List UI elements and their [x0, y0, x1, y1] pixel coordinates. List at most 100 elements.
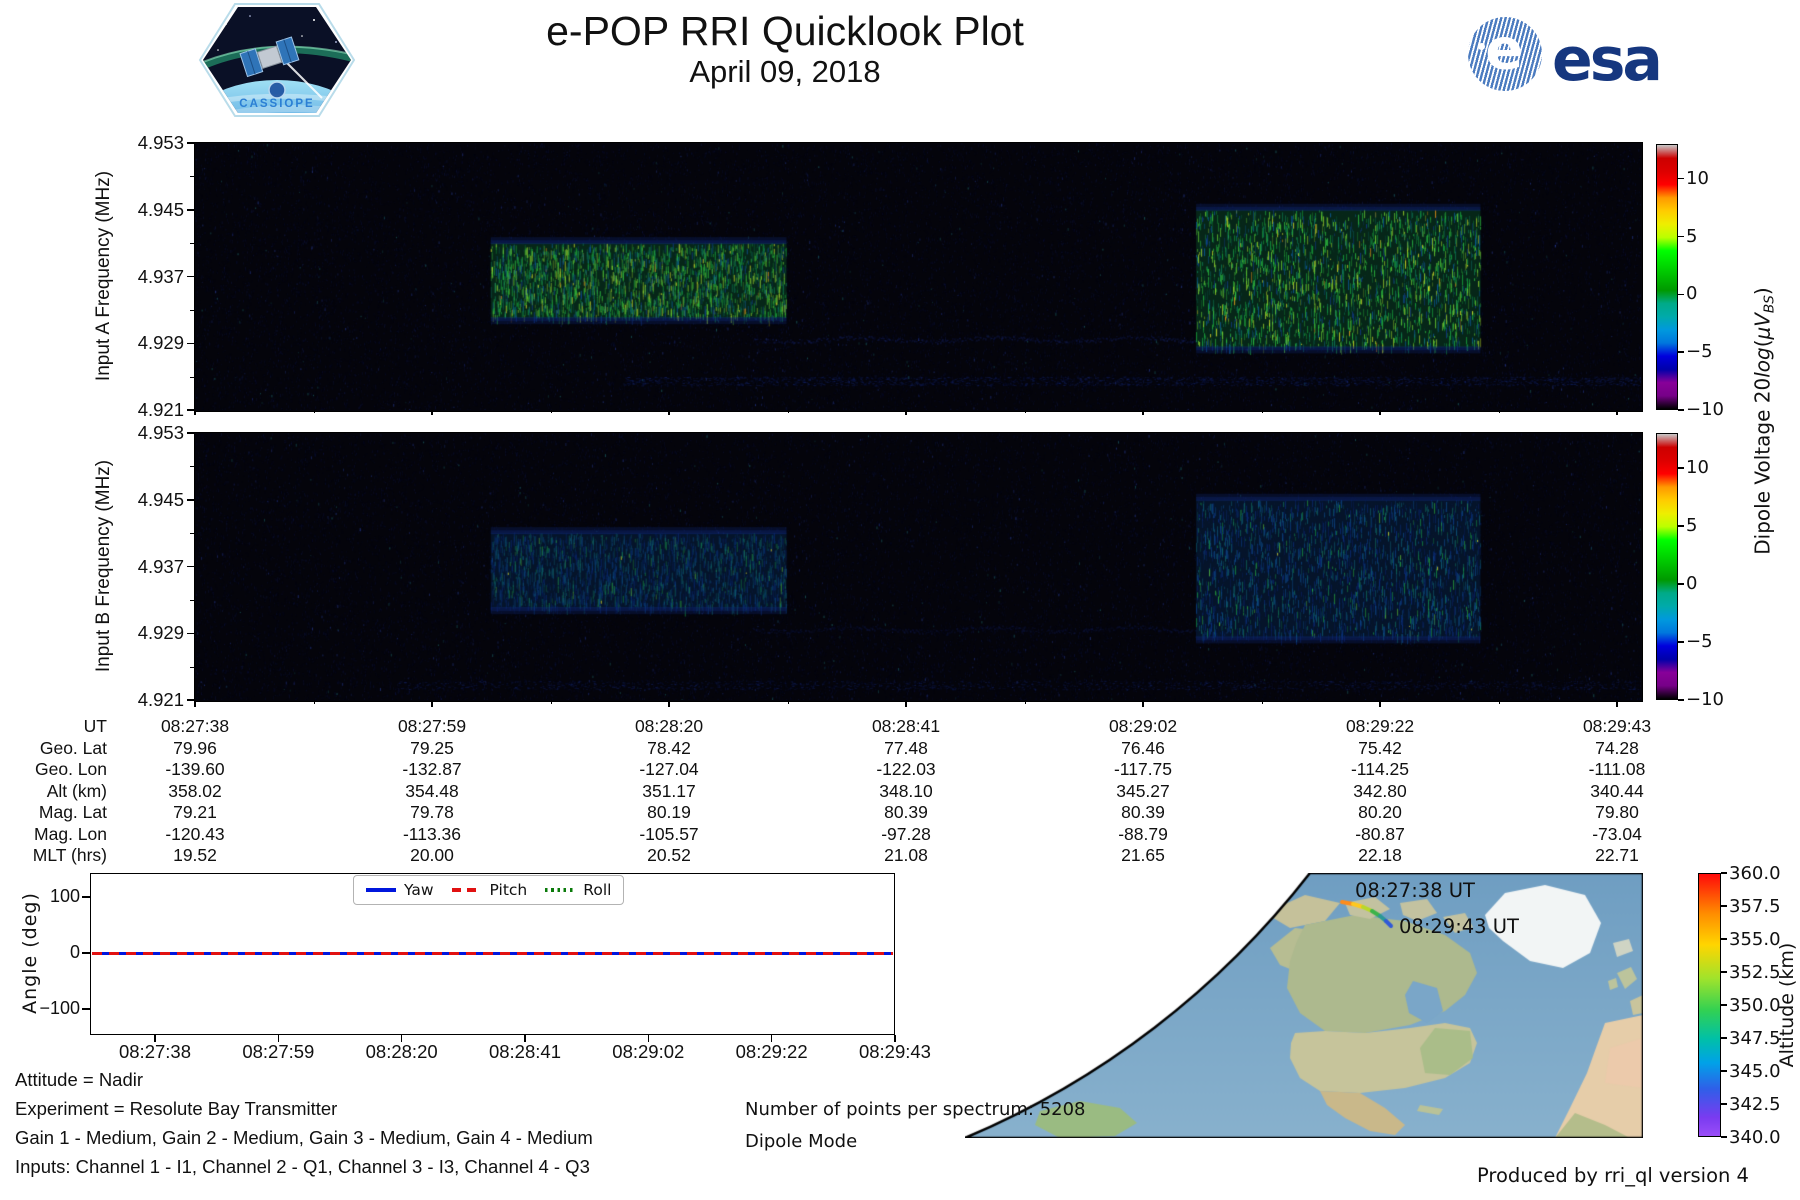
altitude-cbar-tick-label: 360.0	[1729, 863, 1781, 884]
legend-label: Roll	[583, 881, 612, 899]
ephemeris-cell: 08:29:43	[1582, 716, 1652, 736]
time-tick-mark	[1616, 700, 1618, 707]
attitude-legend: Yaw Pitch Roll	[353, 875, 625, 905]
ephemeris-cell: -139.60	[165, 759, 225, 780]
ephemeris-cell: 74.28	[1595, 737, 1639, 758]
angle-time-tick-label: 08:29:22	[735, 1041, 808, 1062]
ephemeris-cell: 76.46	[1121, 737, 1165, 758]
dipole-cbar-tick-label: −5	[1686, 630, 1713, 652]
dipole-colorbar-label: Dipole Voltage 20log(μVBS)	[1750, 287, 1777, 554]
freq-tick-label: 4.953	[137, 132, 184, 153]
solid-line-swatch	[366, 888, 396, 892]
altitude-cbar-tick-label: 340.0	[1729, 1127, 1781, 1148]
ephemeris-cell: 342.80	[1353, 780, 1407, 801]
cbar-label-close: )	[1750, 287, 1775, 296]
produced-by-note: Produced by rri_ql version 4	[1477, 1164, 1749, 1187]
altitude-cbar-tick-label: 350.0	[1729, 995, 1781, 1016]
dipole-cbar-tick-label: 0	[1686, 283, 1698, 305]
track-start-label: 08:27:38 UT	[1355, 879, 1475, 902]
ephemeris-cell: -111.08	[1588, 759, 1646, 780]
ephemeris-cell: 77.48	[884, 737, 928, 758]
ephemeris-cell: 21.65	[1121, 845, 1165, 866]
angle-tick-mark	[82, 952, 90, 954]
freq-tick-mark	[187, 342, 195, 344]
altitude-cbar-tick-label: 352.5	[1729, 962, 1781, 983]
dipole-cbar-tick-label: −10	[1686, 689, 1724, 710]
dipole-cbar-tick-mark	[1678, 699, 1684, 701]
ephemeris-cell: 80.39	[1121, 802, 1165, 823]
time-tick-mark	[194, 410, 196, 415]
ephemeris-column: 08:28:41 77.48 -122.03 348.10 80.39 -97.28 21.…	[821, 716, 991, 867]
ephemeris-cell: -105.57	[639, 823, 699, 844]
ephemeris-row-label: UT	[83, 716, 107, 736]
ephemeris-cell: 351.17	[642, 780, 696, 801]
freq-tick-label: 4.921	[137, 399, 184, 420]
ephemeris-cell: 22.18	[1358, 845, 1402, 866]
plot-date: April 09, 2018	[689, 54, 881, 89]
ephemeris-column: 08:29:02 76.46 -117.75 345.27 80.39 -88.79 21.…	[1058, 716, 1228, 867]
track-end-label: 08:29:43 UT	[1399, 915, 1519, 938]
angle-time-tick-label: 08:27:59	[242, 1041, 315, 1062]
freq-tick-label: 4.945	[137, 488, 184, 510]
altitude-cbar-tick-label: 355.0	[1729, 929, 1781, 950]
ephemeris-cell: 79.25	[410, 737, 454, 758]
ephemeris-column: 08:29:22 75.42 -114.25 342.80 80.20 -80.87 22.…	[1295, 716, 1465, 867]
cassiope-mission-logo: CASSIOPE	[198, 2, 356, 118]
freq-minor-tick-mark	[190, 466, 195, 468]
ephemeris-cell: 08:29:02	[1108, 716, 1178, 736]
spectrogram-input-a	[195, 143, 1641, 410]
dipole-cbar-tick-mark	[1678, 351, 1684, 353]
altitude-cbar-tick-mark	[1721, 872, 1727, 874]
dipole-cbar-tick-mark	[1678, 641, 1684, 643]
angle-time-tick-label: 08:29:43	[858, 1041, 931, 1062]
altitude-cbar-tick-mark	[1721, 1136, 1727, 1138]
ephemeris-row-label: Geo. Lon	[35, 759, 107, 780]
time-tick-mark	[905, 700, 907, 707]
dipole-colorbar-a	[1656, 144, 1678, 410]
time-minor-tick-mark	[1024, 410, 1026, 413]
ephemeris-cell: 80.20	[1358, 802, 1402, 823]
freq-tick-mark	[187, 275, 195, 278]
angle-time-tick-label: 08:27:38	[118, 1041, 191, 1062]
ephemeris-cell: 78.42	[647, 737, 691, 758]
time-minor-tick-mark	[550, 700, 552, 704]
dipole-cbar-tick-label: −10	[1686, 399, 1724, 420]
dashed-line-swatch	[451, 888, 482, 892]
time-minor-tick-mark	[1498, 410, 1500, 413]
dipole-cbar-tick-mark	[1678, 467, 1684, 469]
ephemeris-cell: -122.03	[876, 759, 936, 780]
altitude-cbar-tick-mark	[1721, 938, 1727, 940]
time-tick-mark	[431, 700, 433, 707]
time-minor-tick-mark	[1261, 700, 1263, 704]
dipole-cbar-tick-mark	[1678, 409, 1684, 411]
esa-ball-dot	[1478, 43, 1485, 50]
angle-time-tick-mark	[400, 1035, 403, 1042]
altitude-cbar-tick-mark	[1721, 905, 1727, 907]
time-tick-mark	[1379, 410, 1381, 415]
ephemeris-cell: 08:28:41	[871, 716, 941, 736]
altitude-cbar-tick-label: 342.5	[1729, 1094, 1781, 1115]
dipole-cbar-tick-label: 10	[1686, 167, 1709, 189]
ephemeris-cell: 80.19	[647, 802, 691, 823]
ephemeris-cell: 358.02	[168, 780, 222, 801]
ephemeris-cell: 79.80	[1595, 802, 1639, 823]
freq-minor-tick-mark	[190, 666, 195, 668]
ephemeris-cell: -132.87	[402, 759, 462, 780]
cbar-label-log: log	[1750, 347, 1775, 378]
ephemeris-row-label: Alt (km)	[46, 780, 107, 801]
ephemeris-row-label: Mag. Lat	[38, 802, 107, 823]
freq-minor-tick-mark	[190, 533, 195, 535]
ephemeris-cell: 79.21	[173, 802, 217, 823]
time-minor-tick-mark	[787, 410, 789, 413]
time-tick-mark	[668, 700, 670, 707]
freq-tick-label: 4.953	[137, 422, 184, 443]
angle-time-tick-mark	[647, 1035, 650, 1042]
spectrogram-input-b	[195, 433, 1641, 700]
freq-minor-tick-mark	[190, 309, 195, 311]
angle-time-tick-label: 08:28:41	[488, 1041, 561, 1062]
ephemeris-row-label: Geo. Lat	[39, 737, 107, 758]
gains-note: Gain 1 - Medium, Gain 2 - Medium, Gain 3…	[15, 1127, 593, 1148]
freq-tick-label: 4.929	[137, 622, 184, 644]
freq-tick-label: 4.929	[137, 332, 184, 354]
ephemeris-cell: -127.04	[639, 759, 699, 780]
